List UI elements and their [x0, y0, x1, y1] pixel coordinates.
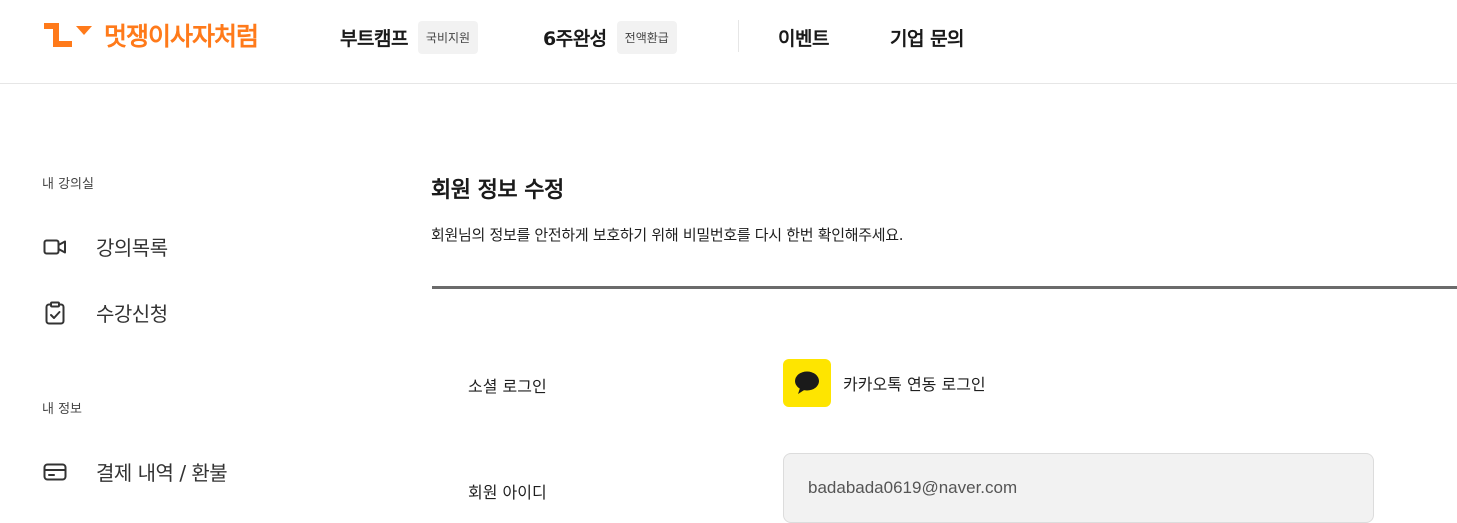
sidebar-item-course-list[interactable]: 강의목록: [42, 232, 168, 261]
sidebar-item-label: 결제 내역 / 환불: [96, 461, 228, 485]
nav-item-event[interactable]: 이벤트: [778, 19, 829, 55]
logo-text: 멋쟁이사자처럼: [104, 22, 259, 51]
sidebar-item-payment-history[interactable]: 결제 내역 / 환불: [42, 457, 228, 486]
sidebar-section-my-info: 내 정보: [42, 402, 83, 417]
nav-divider: [738, 20, 739, 52]
nav-badge: 국비지원: [417, 20, 479, 54]
page-description: 회원님의 정보를 안전하게 보호하기 위해 비밀번호를 다시 한번 확인해주세요…: [431, 226, 904, 244]
nav-label: 기업 문의: [890, 27, 965, 50]
nav-badge: 전액환급: [616, 20, 677, 54]
top-header: 멋쟁이사자처럼 부트캠프 국비지원 6주완성 전액환급 이벤트 기업 문의: [0, 0, 1457, 84]
sidebar-item-label: 강의목록: [96, 236, 168, 260]
sidebar-section-my-classroom: 내 강의실: [42, 177, 94, 192]
sidebar-item-enrollment[interactable]: 수강신청: [42, 298, 168, 327]
nav-label: 이벤트: [778, 27, 829, 50]
video-camera-icon: [42, 234, 68, 260]
kakao-login-status: 카카오톡 연동 로그인: [783, 359, 986, 407]
nav-item-6week[interactable]: 6주완성 전액환급: [543, 19, 677, 55]
section-divider: [432, 286, 1457, 289]
sidebar-item-label: 수강신청: [96, 302, 168, 326]
nav-item-bootcamp[interactable]: 부트캠프 국비지원: [340, 19, 479, 55]
brand-logo[interactable]: 멋쟁이사자처럼: [42, 18, 259, 52]
nav-item-business-inquiry[interactable]: 기업 문의: [890, 19, 965, 55]
member-id-label: 회원 아이디: [468, 483, 547, 502]
nav-label: 부트캠프: [340, 27, 408, 50]
credit-card-icon: [42, 459, 68, 485]
logo-mark-icon: [44, 23, 92, 47]
kakao-talk-icon: [783, 359, 831, 407]
kakao-login-text: 카카오톡 연동 로그인: [843, 375, 986, 394]
page-title: 회원 정보 수정: [431, 178, 564, 203]
nav-label: 6주완성: [543, 27, 607, 50]
clipboard-check-icon: [42, 300, 68, 326]
member-id-field: badabada0619@naver.com: [783, 453, 1374, 523]
social-login-label: 소셜 로그인: [468, 377, 547, 396]
